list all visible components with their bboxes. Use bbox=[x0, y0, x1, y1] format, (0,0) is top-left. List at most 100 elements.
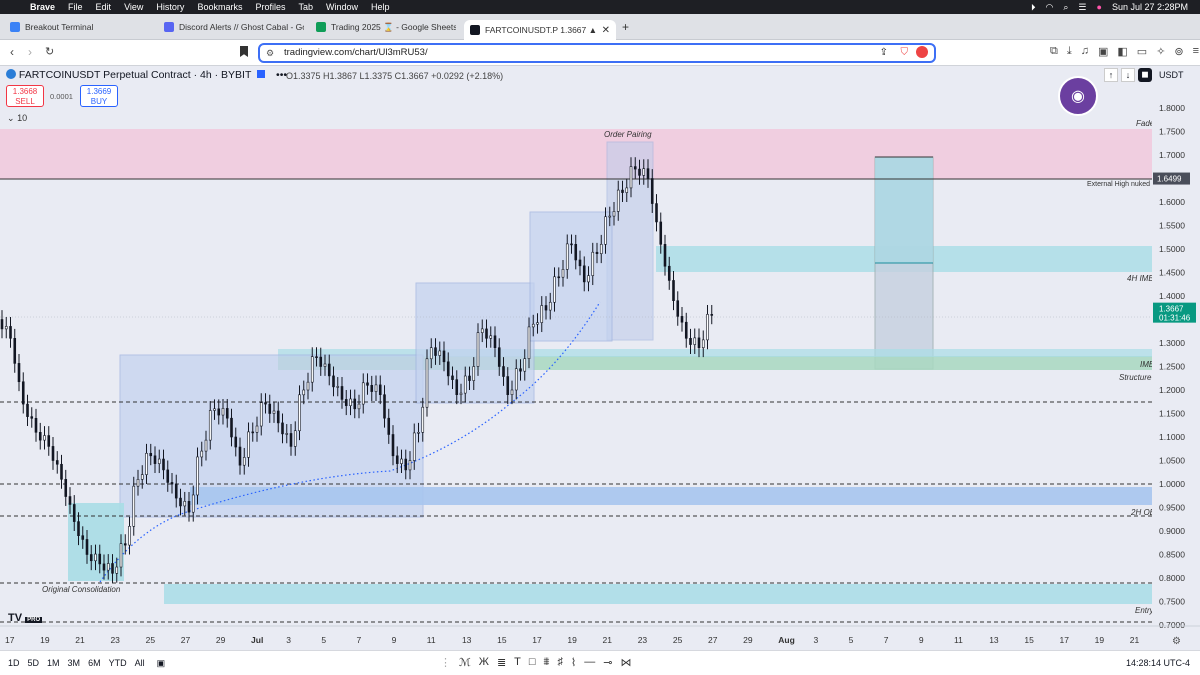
arrow-up-icon[interactable]: ↑ bbox=[1104, 68, 1118, 82]
candle-body bbox=[298, 394, 301, 432]
wallet-icon[interactable]: ▣ bbox=[1098, 45, 1108, 58]
share-icon[interactable]: ⇪ bbox=[880, 45, 888, 61]
menu-window[interactable]: Window bbox=[326, 2, 358, 12]
site-info-icon[interactable]: ⚙ bbox=[266, 45, 274, 61]
symbol-legend[interactable]: FARTCOINUSDT Perpetual Contract · 4h · B… bbox=[6, 69, 287, 81]
candle-body bbox=[667, 265, 671, 281]
horizontal-ray-icon[interactable]: ⊸ bbox=[603, 656, 612, 669]
menu-help[interactable]: Help bbox=[371, 2, 390, 12]
clock-utc[interactable]: 14:28:14 UTC-4 bbox=[1126, 658, 1190, 668]
range-1d[interactable]: 1D bbox=[8, 658, 20, 668]
menu-tab[interactable]: Tab bbox=[298, 2, 313, 12]
candle-body bbox=[289, 433, 293, 447]
menu-file[interactable]: File bbox=[68, 2, 83, 12]
scale-controls: ↑ ↓ ◼ USDT bbox=[1104, 68, 1184, 82]
candle-body bbox=[132, 485, 136, 527]
pattern-tool-icon[interactable]: ℳ bbox=[459, 656, 471, 669]
search-icon[interactable]: ⌕ bbox=[1063, 2, 1068, 13]
symbol-title[interactable]: FARTCOINUSDT Perpetual Contract · 4h · B… bbox=[19, 69, 251, 81]
time-tick-label: 27 bbox=[181, 635, 191, 645]
sell-price: 1.3668 bbox=[12, 87, 38, 96]
menu-brave[interactable]: Brave bbox=[30, 2, 55, 12]
xabcd-tool-icon[interactable]: Ж bbox=[479, 656, 489, 669]
entry-zone[interactable] bbox=[164, 584, 1152, 604]
fib-tool-icon[interactable]: ≣ bbox=[497, 656, 506, 669]
menu-icon[interactable]: ≡ bbox=[1193, 45, 1199, 58]
brave-rewards-icon[interactable] bbox=[916, 46, 928, 58]
range-6m[interactable]: 6M bbox=[88, 658, 101, 668]
forward-icon[interactable]: › bbox=[28, 45, 32, 59]
sidebar-icon[interactable]: ◧ bbox=[1117, 45, 1127, 58]
replay-icon[interactable]: ◼ bbox=[1138, 68, 1152, 82]
candle-body bbox=[485, 328, 488, 339]
range-all[interactable]: All bbox=[135, 658, 145, 668]
wifi-icon[interactable]: ◠ bbox=[1046, 2, 1054, 13]
candle-body bbox=[570, 243, 573, 246]
sell-button[interactable]: 1.3668 SELL bbox=[6, 85, 44, 107]
range-5d[interactable]: 5D bbox=[28, 658, 40, 668]
clock[interactable]: Sun Jul 27 2:28PM bbox=[1112, 2, 1188, 12]
candle-body bbox=[489, 335, 493, 339]
menu-profiles[interactable]: Profiles bbox=[255, 2, 285, 12]
magnet-icon[interactable]: ⋈ bbox=[621, 656, 632, 669]
drag-handle-icon[interactable]: ⋮ bbox=[440, 656, 451, 669]
tab-google-sheets[interactable]: Trading 2025 ⌛ - Google Sheets bbox=[316, 18, 456, 36]
extensions-icon[interactable]: ⧉ bbox=[1050, 45, 1058, 58]
fade-zone[interactable] bbox=[0, 129, 1152, 179]
pitchfork-tool-icon[interactable]: ⩩ bbox=[544, 656, 550, 669]
tab-breakout-terminal[interactable]: Breakout Terminal bbox=[10, 18, 150, 36]
close-tab-icon[interactable]: ✕ bbox=[602, 25, 610, 36]
price-chart[interactable]: Order Pairing Fade External High nuked 4H I… bbox=[0, 66, 1200, 650]
candle-body bbox=[455, 379, 459, 396]
menu-bookmarks[interactable]: Bookmarks bbox=[197, 2, 242, 12]
url-field[interactable]: ⚙ tradingview.com/chart/Ul3mRU53/ ⇪ ⛉ bbox=[258, 43, 936, 63]
2h-ob-zone[interactable] bbox=[190, 487, 1152, 505]
play-icon[interactable]: ⏵ bbox=[1031, 2, 1036, 13]
menu-edit[interactable]: Edit bbox=[96, 2, 112, 12]
bookmark-icon[interactable] bbox=[240, 46, 248, 57]
brush-tool-icon[interactable]: ⌇ bbox=[571, 656, 576, 669]
candle-body bbox=[26, 403, 29, 417]
candle-body bbox=[94, 553, 97, 562]
tab-tradingview[interactable]: FARTCOINUSDT.P 1.3667 ▲ + ✕ bbox=[464, 20, 616, 40]
leo-icon[interactable]: ✧ bbox=[1156, 45, 1165, 58]
music-icon[interactable]: ♫ bbox=[1081, 45, 1089, 58]
position-target-box[interactable] bbox=[875, 157, 933, 263]
candle-body bbox=[599, 244, 603, 255]
range-3m[interactable]: 3M bbox=[68, 658, 81, 668]
new-tab-button[interactable]: + bbox=[622, 18, 636, 36]
bottom-toolbar: 1D 5D 1M 3M 6M YTD All ▣ ⋮ ℳ Ж ≣ T □ ⩩ ♯… bbox=[0, 650, 1200, 675]
flag-icon[interactable] bbox=[257, 70, 266, 78]
vpn-icon[interactable]: ⊚ bbox=[1174, 45, 1183, 58]
currency-select[interactable]: USDT bbox=[1159, 68, 1184, 82]
date-range-icon[interactable]: ▣ bbox=[157, 658, 166, 669]
candle-body bbox=[106, 563, 110, 571]
download-icon[interactable]: ⤓ bbox=[1067, 45, 1072, 58]
brave-shield-icon[interactable]: ⛉ bbox=[901, 45, 909, 61]
range-ytd[interactable]: YTD bbox=[109, 658, 127, 668]
candle-body bbox=[327, 363, 331, 377]
candle-body bbox=[672, 280, 675, 301]
candle-body bbox=[247, 431, 250, 458]
price-tick-label: 1.0000 bbox=[1159, 479, 1185, 489]
arrow-down-icon[interactable]: ↓ bbox=[1121, 68, 1135, 82]
wallet2-icon[interactable]: ▭ bbox=[1137, 45, 1147, 58]
menu-view[interactable]: View bbox=[124, 2, 143, 12]
profile-icon[interactable]: ● bbox=[1097, 2, 1102, 12]
buy-button[interactable]: 1.3669 BUY bbox=[80, 85, 118, 107]
reload-icon[interactable]: ↻ bbox=[45, 45, 54, 58]
control-center-icon[interactable]: ☰ bbox=[1078, 2, 1086, 13]
chart-pane[interactable]: Order Pairing Fade External High nuked 4H I… bbox=[0, 66, 1200, 675]
price-range-tool-icon[interactable]: ♯ bbox=[557, 656, 563, 669]
range-1m[interactable]: 1M bbox=[47, 658, 60, 668]
ghost-avatar[interactable]: ◉ bbox=[1058, 76, 1098, 116]
text-tool-icon[interactable]: T bbox=[514, 656, 521, 669]
price-tick-label: 1.2000 bbox=[1159, 385, 1185, 395]
indicators-toggle[interactable]: ⌄ 10 bbox=[7, 113, 27, 124]
tab-discord-alerts[interactable]: Discord Alerts // Ghost Cabal - Go bbox=[164, 18, 304, 36]
back-icon[interactable]: ‹ bbox=[10, 45, 14, 59]
price-tick-label: 1.6000 bbox=[1159, 197, 1185, 207]
horizontal-line-icon[interactable]: — bbox=[584, 656, 595, 669]
rectangle-tool-icon[interactable]: □ bbox=[529, 656, 536, 669]
menu-history[interactable]: History bbox=[156, 2, 184, 12]
